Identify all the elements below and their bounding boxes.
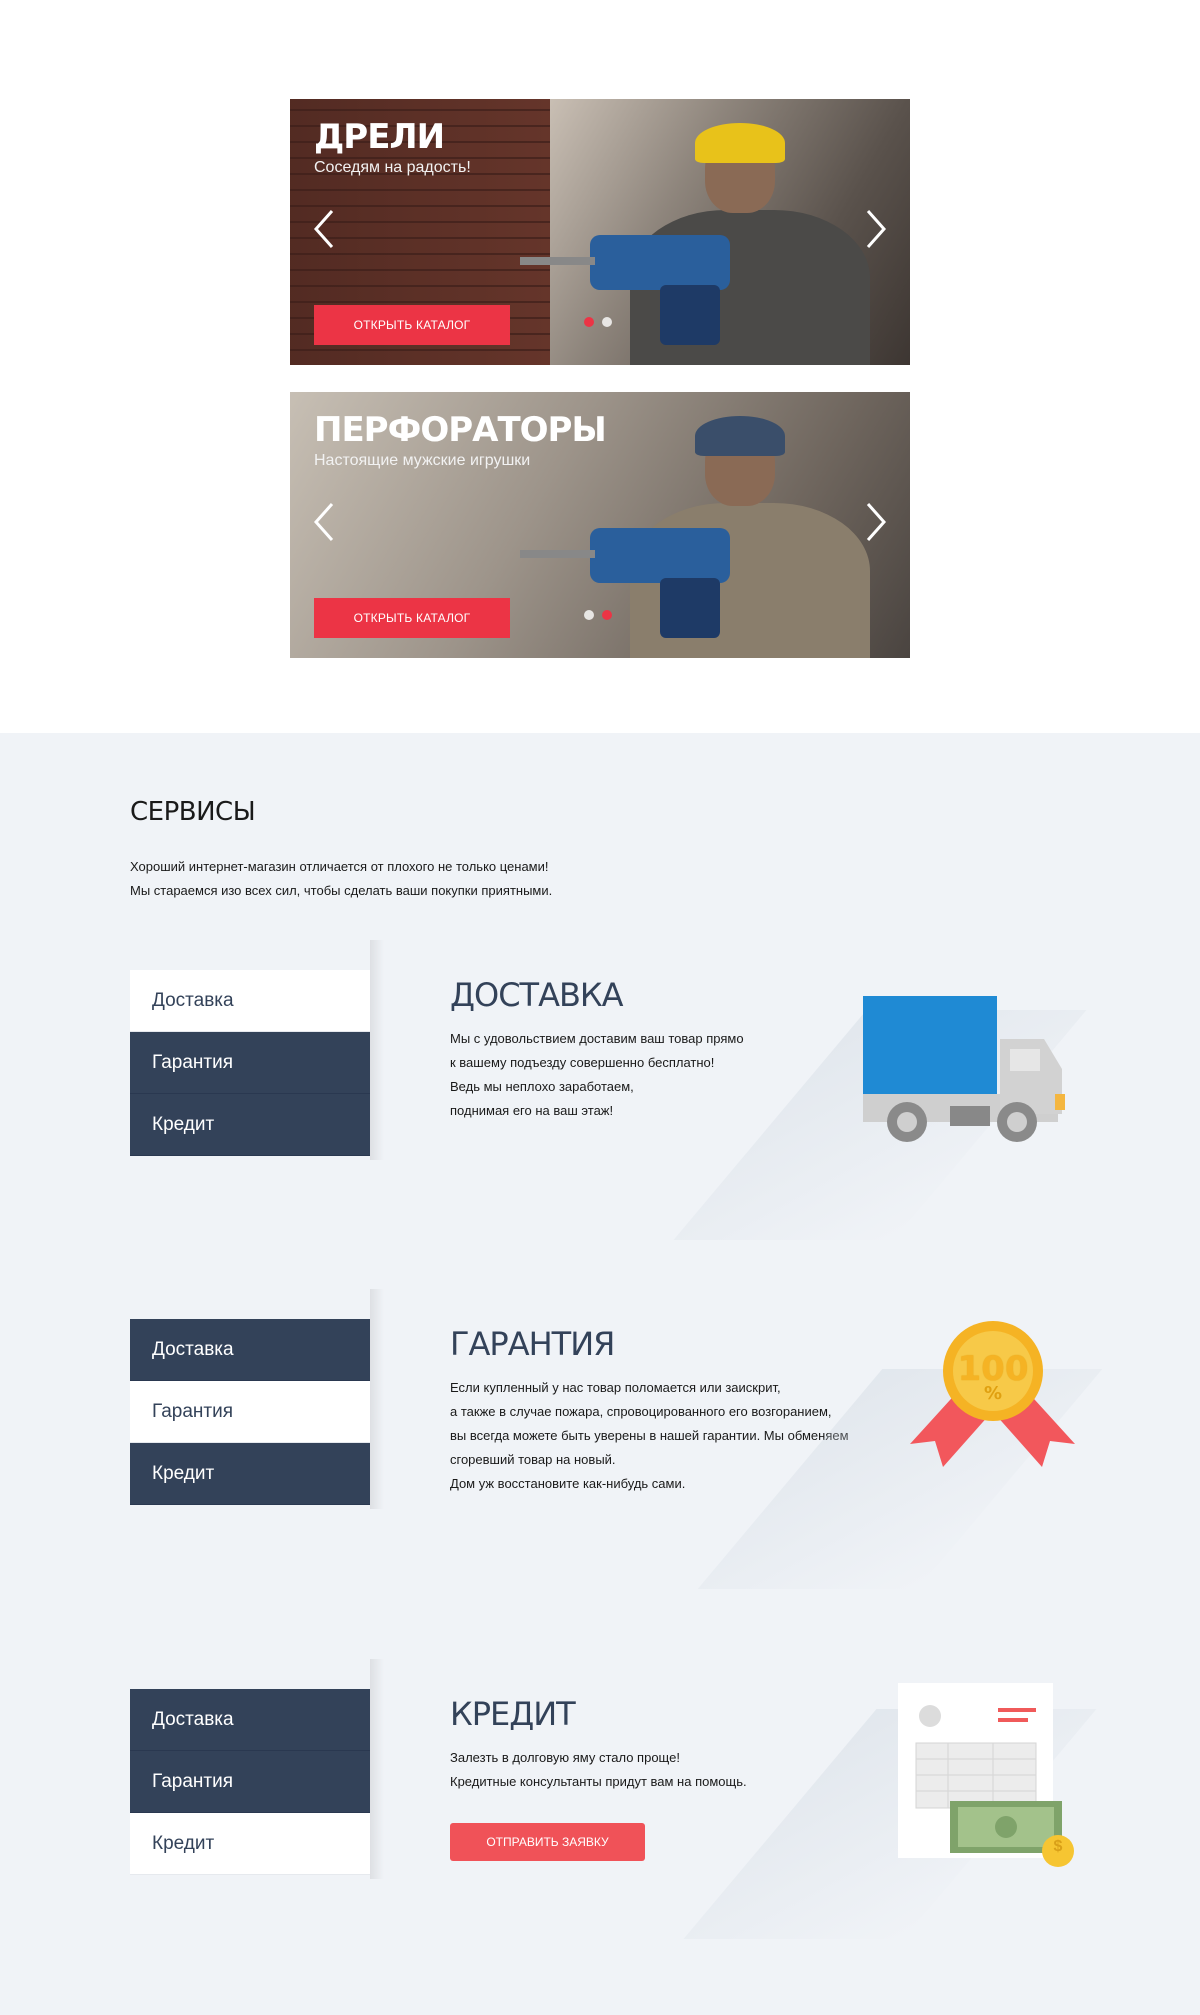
open-catalog-button[interactable]: ОТКРЫТЬ КАТАЛОГ — [314, 305, 510, 345]
slider-dot[interactable] — [602, 317, 612, 327]
chevron-right-icon[interactable] — [860, 207, 890, 251]
tab-delivery[interactable]: Доставка — [130, 970, 370, 1032]
banner-drills: ДРЕЛИ Соседям на радость! ОТКРЫТЬ КАТАЛО… — [290, 99, 910, 365]
slider-dots — [584, 610, 612, 620]
services-title: СЕРВИСЫ — [130, 797, 256, 827]
chevron-right-icon[interactable] — [860, 500, 890, 544]
intro-line: Мы стараемся изо всех сил, чтобы сделать… — [130, 883, 553, 898]
open-catalog-button[interactable]: ОТКРЫТЬ КАТАЛОГ — [314, 598, 510, 638]
worker-with-perforator-image — [520, 408, 870, 658]
banner-subtitle: Соседям на радость! — [314, 159, 471, 176]
tab-credit[interactable]: Кредит — [130, 1094, 370, 1156]
tab-credit[interactable]: Кредит — [130, 1813, 370, 1875]
service-description: Если купленный у нас товар поломается ил… — [450, 1376, 849, 1496]
worker-with-drill-image — [520, 115, 870, 365]
tab-warranty[interactable]: Гарантия — [130, 1381, 370, 1443]
description-line: Кредитные консультанты придут вам на пом… — [450, 1774, 747, 1789]
description-line: к вашему подъезду совершенно бесплатно! — [450, 1055, 715, 1070]
description-line: Ведь мы неплохо заработаем, — [450, 1079, 634, 1094]
service-name: ГАРАНТИЯ — [450, 1325, 615, 1363]
slider-dot[interactable] — [584, 610, 594, 620]
service-credit: Доставка Гарантия Кредит КРЕДИТ Залезть … — [0, 1659, 1200, 1989]
slider-dot[interactable] — [584, 317, 594, 327]
tab-divider-shadow — [370, 940, 384, 1160]
chevron-left-icon[interactable] — [310, 207, 340, 251]
description-line: Залезть в долговую яму стало проще! — [450, 1750, 680, 1765]
banner-title: ДРЕЛИ — [314, 117, 445, 157]
banner-title: ПЕРФОРАТОРЫ — [314, 410, 607, 450]
tab-warranty[interactable]: Гарантия — [130, 1032, 370, 1094]
warranty-badge-icon: 100 % — [905, 1319, 1080, 1494]
slider-dot[interactable] — [602, 610, 612, 620]
services-intro: Хороший интернет-магазин отличается от п… — [130, 855, 552, 903]
service-name: КРЕДИТ — [450, 1695, 576, 1733]
service-tabs: Доставка Гарантия Кредит — [130, 1319, 370, 1505]
credit-document-icon: $ — [898, 1683, 1083, 1873]
truck-icon — [860, 994, 1070, 1144]
service-description: Мы с удовольствием доставим ваш товар пр… — [450, 1027, 744, 1123]
services-section: СЕРВИСЫ Хороший интернет-магазин отличае… — [0, 733, 1200, 2015]
service-name: ДОСТАВКА — [450, 976, 624, 1014]
description-line: вы всегда можете быть уверены в нашей га… — [450, 1428, 849, 1443]
service-delivery: Доставка Гарантия Кредит ДОСТАВКА Мы с у… — [0, 940, 1200, 1270]
slider-dots — [584, 317, 612, 327]
service-description: Залезть в долговую яму стало проще! Кред… — [450, 1746, 747, 1794]
description-line: Мы с удовольствием доставим ваш товар пр… — [450, 1031, 744, 1046]
service-warranty: Доставка Гарантия Кредит ГАРАНТИЯ Если к… — [0, 1289, 1200, 1619]
description-line: а также в случае пожара, спровоцированно… — [450, 1404, 832, 1419]
service-tabs: Доставка Гарантия Кредит — [130, 1689, 370, 1875]
intro-line: Хороший интернет-магазин отличается от п… — [130, 859, 549, 874]
coin-symbol: $ — [1053, 1838, 1063, 1855]
tab-warranty[interactable]: Гарантия — [130, 1751, 370, 1813]
chevron-left-icon[interactable] — [310, 500, 340, 544]
tab-delivery[interactable]: Доставка — [130, 1689, 370, 1751]
description-line: поднимая его на ваш этаж! — [450, 1103, 614, 1118]
tab-divider-shadow — [370, 1659, 384, 1879]
tab-divider-shadow — [370, 1289, 384, 1509]
banner-perforators: ПЕРФОРАТОРЫ Настоящие мужские игрушки ОТ… — [290, 392, 910, 658]
badge-unit: % — [983, 1383, 1003, 1404]
send-request-button[interactable]: ОТПРАВИТЬ ЗАЯВКУ — [450, 1823, 645, 1861]
description-line: сгоревший товар на новый. — [450, 1452, 616, 1467]
description-line: Если купленный у нас товар поломается ил… — [450, 1380, 781, 1395]
tab-delivery[interactable]: Доставка — [130, 1319, 370, 1381]
tab-credit[interactable]: Кредит — [130, 1443, 370, 1505]
banner-subtitle: Настоящие мужские игрушки — [314, 452, 531, 469]
service-tabs: Доставка Гарантия Кредит — [130, 970, 370, 1156]
